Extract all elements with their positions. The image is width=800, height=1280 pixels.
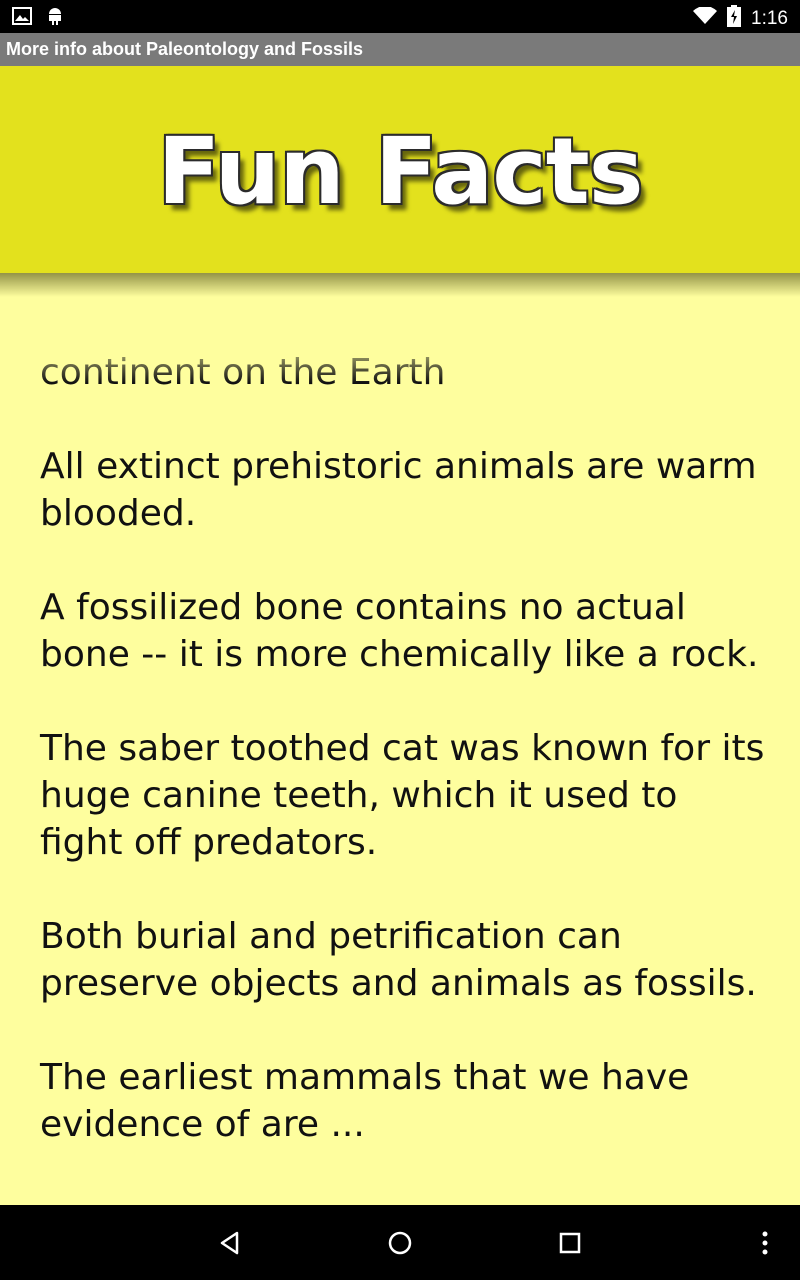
fact-item: All extinct prehistoric animals are warm…	[40, 446, 757, 534]
title-bar: More info about Paleontology and Fossils	[0, 33, 800, 66]
facts-scroll-area[interactable]: continent on the Earth All extinct prehi…	[0, 273, 800, 1205]
overflow-menu-icon[interactable]	[745, 1223, 785, 1263]
wifi-icon	[693, 6, 718, 30]
battery-icon	[727, 5, 742, 32]
header-banner: Fun Facts	[0, 66, 800, 273]
image-icon	[12, 7, 32, 30]
facts-list: continent on the Earth All extinct prehi…	[40, 349, 770, 1195]
fact-item: Both burial and petrification can preser…	[40, 916, 757, 1004]
banner-title: Fun Facts	[157, 118, 643, 225]
navigation-bar	[0, 1205, 800, 1280]
banner-shadow	[0, 273, 800, 297]
back-icon[interactable]	[210, 1223, 250, 1263]
home-icon[interactable]	[380, 1223, 420, 1263]
app-title: More info about Paleontology and Fossils	[6, 39, 364, 59]
recents-icon[interactable]	[550, 1223, 590, 1263]
status-bar: 1:16	[0, 0, 800, 33]
fact-item: The earliest mammals that we have eviden…	[40, 1057, 690, 1145]
android-debug-icon	[46, 6, 64, 31]
status-time: 1:16	[751, 7, 788, 29]
fact-item: A fossilized bone contains no actual bon…	[40, 587, 759, 675]
fact-item: The saber toothed cat was known for its …	[40, 728, 765, 863]
fact-item: continent on the Earth	[40, 352, 446, 393]
